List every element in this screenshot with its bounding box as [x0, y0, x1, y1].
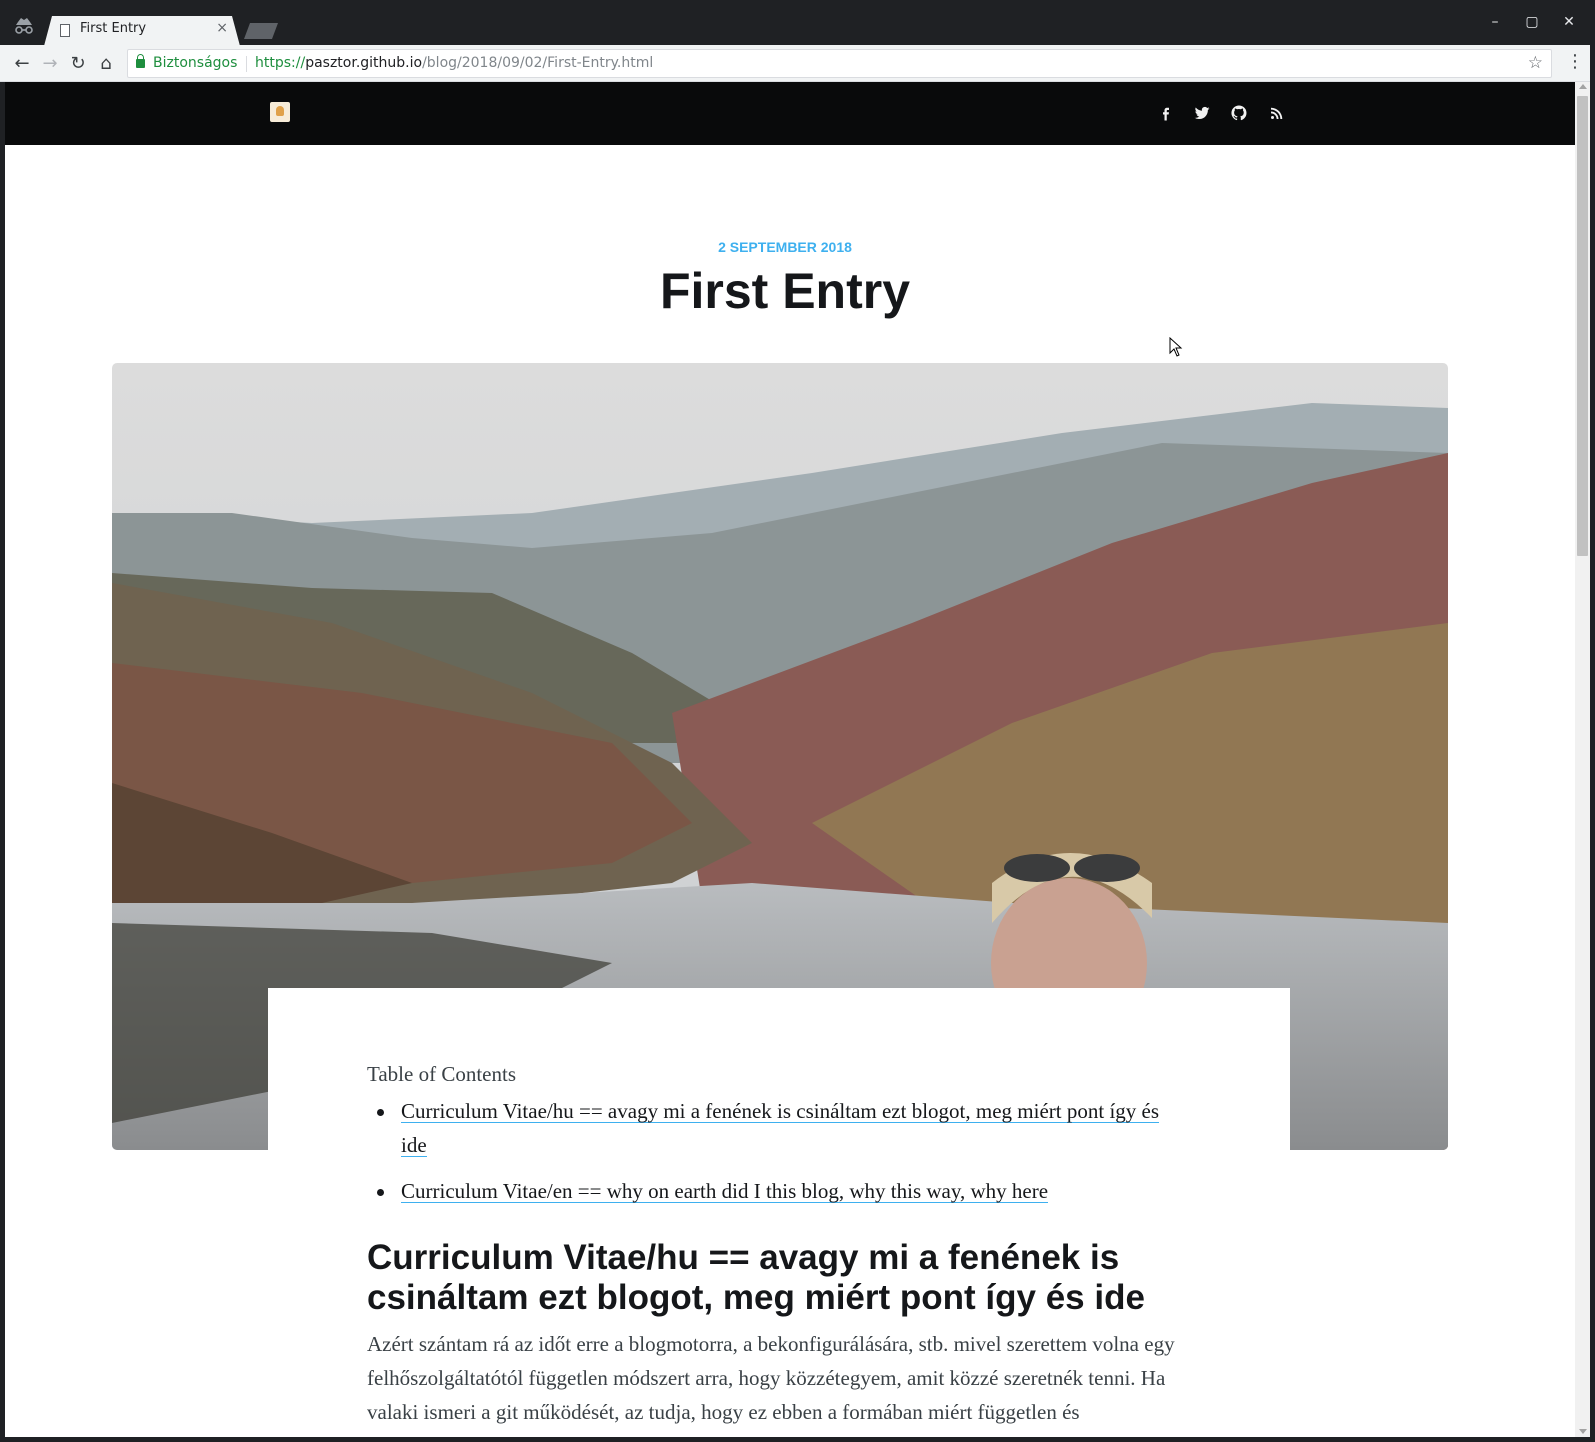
section-heading: Curriculum Vitae/hu == avagy mi a fenéne…	[367, 1238, 1145, 1317]
page-viewport: 2 SEPTEMBER 2018 First Entry Table of Co…	[5, 82, 1575, 1437]
security-label: Biztonságos	[153, 55, 238, 71]
browser-menu-button[interactable]: ⋮	[1565, 51, 1585, 72]
mouse-pointer-icon	[1169, 337, 1183, 357]
twitter-icon[interactable]	[1189, 100, 1215, 126]
site-header	[5, 82, 1575, 145]
toc-item: Curriculum Vitae/en == why on earth did …	[367, 1174, 1187, 1208]
site-logo[interactable]	[270, 102, 290, 122]
scroll-down-icon[interactable]	[1579, 1429, 1587, 1434]
tab-close-button[interactable]: ×	[216, 20, 228, 36]
toc-list: Curriculum Vitae/hu == avagy mi a fenéne…	[367, 1094, 1187, 1220]
url-path: /blog/2018/09/02/First-Entry.html	[422, 55, 654, 71]
incognito-icon	[15, 18, 33, 34]
browser-titlebar: First Entry × – ▢ ✕	[0, 0, 1595, 45]
new-tab-button[interactable]	[244, 23, 278, 39]
omnibox-divider	[246, 56, 247, 72]
toc-item: Curriculum Vitae/hu == avagy mi a fenéne…	[367, 1094, 1187, 1162]
post-date: 2 SEPTEMBER 2018	[718, 239, 852, 255]
browser-tab[interactable]: First Entry ×	[44, 16, 240, 46]
post-title: First Entry	[659, 263, 911, 319]
lock-icon	[136, 54, 145, 68]
github-icon[interactable]	[1226, 100, 1252, 126]
scroll-thumb[interactable]	[1577, 96, 1588, 556]
page-icon	[60, 24, 70, 37]
toc-link-en[interactable]: Curriculum Vitae/en == why on earth did …	[401, 1179, 1048, 1203]
url-text[interactable]: https://pasztor.github.io/blog/2018/09/0…	[255, 55, 653, 71]
close-window-button[interactable]: ✕	[1557, 12, 1581, 32]
url-scheme: https://	[255, 55, 306, 71]
browser-toolbar: ← → ↻ ⌂ Biztonságos https://pasztor.gith…	[0, 45, 1595, 82]
minimize-button[interactable]: –	[1483, 12, 1507, 32]
url-host: pasztor.github.io	[305, 55, 423, 71]
window-frame	[0, 1437, 1595, 1442]
back-button[interactable]: ←	[9, 51, 35, 77]
window-frame	[1590, 45, 1595, 1442]
home-button[interactable]: ⌂	[93, 51, 119, 77]
toc-title: Table of Contents	[367, 1062, 516, 1086]
tab-title: First Entry	[80, 21, 147, 36]
toc-link-hu[interactable]: Curriculum Vitae/hu == avagy mi a fenéne…	[401, 1099, 1159, 1157]
facebook-icon[interactable]	[1153, 100, 1179, 126]
page-scrollbar[interactable]	[1575, 82, 1590, 1437]
rss-icon[interactable]	[1264, 100, 1290, 126]
body-paragraph: Azért szántam rá az időt erre a blogmoto…	[367, 1332, 1175, 1424]
forward-button[interactable]: →	[37, 51, 63, 77]
reload-button[interactable]: ↻	[65, 51, 91, 77]
scroll-up-icon[interactable]	[1579, 84, 1587, 89]
bookmark-star-icon[interactable]: ☆	[1528, 53, 1543, 73]
address-bar[interactable]: Biztonságos https://pasztor.github.io/bl…	[127, 49, 1552, 78]
window-frame	[0, 82, 5, 1442]
maximize-button[interactable]: ▢	[1520, 12, 1544, 32]
